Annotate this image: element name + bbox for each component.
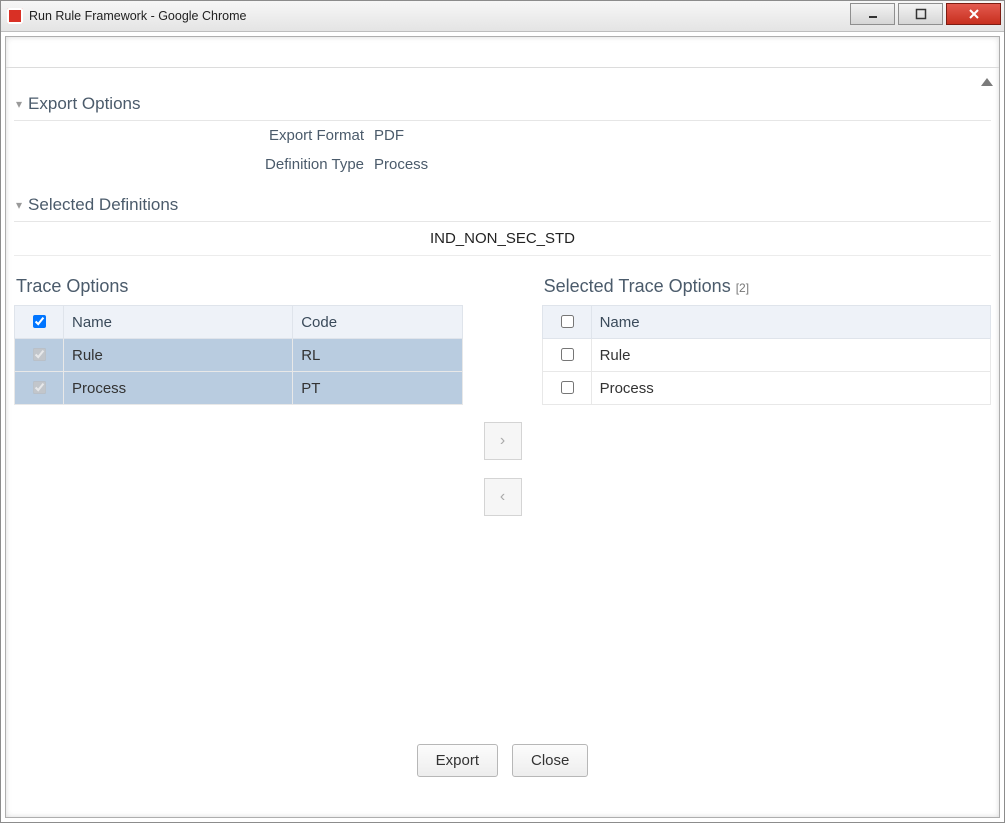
value-export-format: PDF [374, 127, 404, 144]
row-definition-type: Definition Type Process [14, 150, 991, 179]
section-title: Export Options [28, 94, 140, 114]
section-export-options[interactable]: ▾ Export Options [14, 88, 991, 121]
transfer-buttons: › ‹ [463, 272, 541, 516]
cell-name: Process [64, 372, 293, 405]
cell-name: Rule [591, 339, 990, 372]
app-icon [7, 8, 23, 24]
value-definition-type: Process [374, 156, 428, 173]
trace-options-title: Trace Options [14, 272, 463, 305]
chevron-down-icon: ▾ [16, 198, 22, 212]
section-title: Selected Definitions [28, 195, 178, 215]
window-title: Run Rule Framework - Google Chrome [29, 9, 246, 23]
trace-options-pane: Trace Options Name Code [14, 272, 463, 516]
move-left-button[interactable]: ‹ [484, 478, 522, 516]
selected-trace-options-pane: Selected Trace Options [2] Name [542, 272, 991, 516]
minimize-icon [867, 8, 879, 20]
selected-trace-options-count: [2] [736, 281, 749, 295]
maximize-icon [915, 8, 927, 20]
cell-name: Process [591, 372, 990, 405]
label-export-format: Export Format [14, 127, 374, 144]
chevron-down-icon: ▾ [16, 97, 22, 111]
page-area: ▾ Export Options Export Format PDF Defin… [5, 36, 1000, 818]
footer-buttons: Export Close [6, 744, 999, 777]
select-all-header[interactable] [542, 306, 591, 339]
selected-trace-options-title: Selected Trace Options [2] [542, 272, 991, 305]
section-selected-definitions[interactable]: ▾ Selected Definitions [14, 189, 991, 222]
minimize-button[interactable] [850, 3, 895, 25]
table-row[interactable]: Process [542, 372, 990, 405]
window-frame: Run Rule Framework - Google Chrome ▾ Exp… [0, 0, 1005, 823]
chevron-left-icon: ‹ [500, 488, 505, 506]
chevron-right-icon: › [500, 432, 505, 450]
label-definition-type: Definition Type [14, 156, 374, 173]
row-checkbox[interactable] [561, 381, 574, 394]
row-checkbox[interactable] [561, 348, 574, 361]
dual-pane: Trace Options Name Code [14, 272, 991, 516]
close-button[interactable]: Close [512, 744, 588, 777]
window-buttons [850, 1, 1004, 31]
col-name: Name [591, 306, 990, 339]
blank-toolbar-area [6, 37, 999, 68]
titlebar: Run Rule Framework - Google Chrome [1, 1, 1004, 32]
table-row[interactable]: Rule [542, 339, 990, 372]
select-all-header[interactable] [15, 306, 64, 339]
cell-code: PT [293, 372, 463, 405]
trace-options-table: Name Code Rule RL [14, 305, 463, 405]
table-row[interactable]: Process PT [15, 372, 463, 405]
row-export-format: Export Format PDF [14, 121, 991, 150]
table-row[interactable]: Rule RL [15, 339, 463, 372]
col-code: Code [293, 306, 463, 339]
move-right-button[interactable]: › [484, 422, 522, 460]
row-checkbox[interactable] [33, 381, 46, 394]
selected-trace-options-title-text: Selected Trace Options [544, 276, 731, 296]
select-all-checkbox[interactable] [33, 315, 46, 328]
selected-trace-options-table: Name Rule Process [542, 305, 991, 405]
maximize-button[interactable] [898, 3, 943, 25]
close-icon [967, 7, 981, 21]
export-button[interactable]: Export [417, 744, 498, 777]
row-checkbox[interactable] [33, 348, 46, 361]
cell-name: Rule [64, 339, 293, 372]
close-window-button[interactable] [946, 3, 1001, 25]
selected-definition-value: IND_NON_SEC_STD [14, 222, 991, 256]
select-all-checkbox[interactable] [561, 315, 574, 328]
col-name: Name [64, 306, 293, 339]
cell-code: RL [293, 339, 463, 372]
content: ▾ Export Options Export Format PDF Defin… [6, 68, 999, 817]
